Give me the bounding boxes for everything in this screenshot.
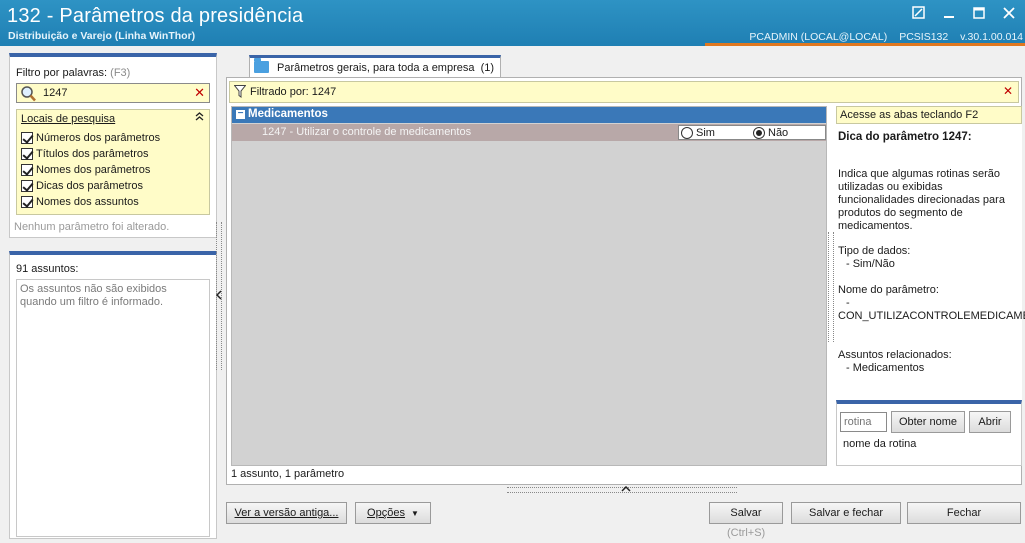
main-panel: Filtrado por: 1247 ✕ − Medicamentos 1247… [226,77,1025,485]
subjects-list[interactable]: Os assuntos não são exibidos quando um f… [16,279,210,537]
location-label: Números dos parâmetros [36,131,161,144]
right-splitter[interactable] [828,232,834,342]
filter-bar-text: Filtrado por: 1247 [250,86,337,98]
search-icon [19,85,37,103]
param-label: 1247 - Utilizar o controle de medicament… [262,126,472,138]
data-type-label: Tipo de dados: [838,245,911,257]
radio-circle-selected[interactable] [753,127,765,139]
filter-label-text: Filtro por palavras: [16,67,108,79]
radio-nao[interactable]: Não [753,127,788,139]
session-info: PCADMIN (LOCAL@LOCAL) PCSIS132 v.30.1.00… [740,31,1023,43]
parameters-grid: − Medicamentos 1247 - Utilizar o control… [231,106,827,466]
table-row[interactable]: 1247 - Utilizar o controle de medicament… [232,124,826,141]
checkbox[interactable] [21,179,33,192]
funnel-icon [233,85,247,98]
save-shortcut-hint: (Ctrl+S) [727,527,766,539]
options-button[interactable]: Opções ▼ [355,502,431,524]
subjects-panel: 91 assuntos: Os assuntos não são exibido… [9,251,217,539]
window-title: 132 - Parâmetros da presidência [7,5,304,27]
param-name-value: CON_UTILIZACONTROLEMEDICAMEN [838,310,1025,322]
location-label: Nomes dos parâmetros [36,163,151,176]
radio-circle[interactable] [681,127,693,139]
clear-search-icon[interactable]: ✕ [194,85,205,101]
radio-label: Sim [696,127,715,139]
tab-label-text: Parâmetros gerais, para toda a empresa [277,62,475,74]
location-label: Títulos dos parâmetros [36,147,149,160]
group-header[interactable]: − Medicamentos [232,107,826,123]
radio-sim[interactable]: Sim [681,127,715,139]
group-title: Medicamentos [248,108,328,120]
chevron-left-icon[interactable] [215,290,222,302]
radio-label: Não [768,127,789,139]
tab-general-params[interactable]: Parâmetros gerais, para toda a empresa (… [249,55,501,77]
param-name-label: Nome do parâmetro: [838,284,939,296]
checkbox[interactable] [21,195,33,208]
checkbox[interactable] [21,163,33,176]
location-label: Nomes dos assuntos [36,195,139,208]
location-subject-names[interactable]: Nomes dos assuntos [21,194,139,209]
close-icon[interactable] [1001,6,1017,20]
minimize-icon[interactable] [941,6,957,20]
checkbox[interactable] [21,131,33,144]
related-subjects: Assuntos relacionados: - Medicamentos [838,349,952,375]
tip-panel: Acesse as abas teclando F2 Dica do parâm… [836,106,1025,466]
version-label: v.30.1.00.014 [960,31,1023,43]
maximize-icon[interactable] [971,6,987,20]
locations-title[interactable]: Locais de pesquisa [21,113,115,125]
location-param-names[interactable]: Nomes dos parâmetros [21,162,150,177]
data-type: Tipo de dados: - Sim/Não [838,245,910,271]
close-button[interactable]: Fechar [907,502,1021,524]
access-hint: Acesse as abas teclando F2 [836,106,1022,124]
tab-label: Parâmetros gerais, para toda a empresa (… [277,62,494,74]
chevron-up-icon[interactable] [621,484,631,494]
save-close-button[interactable]: Salvar e fechar [791,502,901,524]
subjects-value: - Medicamentos [846,362,925,374]
get-name-button[interactable]: Obter nome [891,411,965,433]
old-version-button[interactable]: Ver a versão antiga... [226,502,347,524]
location-param-numbers[interactable]: Números dos parâmetros [21,130,160,145]
save-button[interactable]: Salvar [709,502,783,524]
param-value-cell: Sim Não [678,125,826,140]
location-param-tips[interactable]: Dicas dos parâmetros [21,178,143,193]
param-name-dash: - [846,297,850,309]
user-label: PCADMIN (LOCAL@LOCAL) [749,31,888,43]
change-status: Nenhum parâmetro foi alterado. [14,221,170,233]
accent-line [705,43,1025,46]
location-param-titles[interactable]: Títulos dos parâmetros [21,146,149,161]
data-type-value: - Sim/Não [846,258,895,270]
open-button[interactable]: Abrir [969,411,1011,433]
filter-bar: Filtrado por: 1247 ✕ [229,81,1019,103]
filter-panel: Filtro por palavras: (F3) 1247 ✕ Locais … [9,53,217,238]
rotina-box: Obter nome Abrir nome da rotina [836,400,1022,466]
grid-status: 1 assunto, 1 parâmetro [231,468,345,480]
collapse-icon[interactable] [195,112,204,124]
restore-icon[interactable] [911,6,927,20]
window-subtitle: Distribuição e Varejo (Linha WinThor) [8,30,196,42]
search-input[interactable]: 1247 ✕ [16,83,210,103]
remove-filter-icon[interactable]: ✕ [1003,84,1013,98]
tip-text: Indica que algumas rotinas serão utiliza… [838,168,1005,232]
subjects-label: Assuntos relacionados: [838,349,952,361]
rotina-input[interactable] [840,412,887,432]
title-bar: 132 - Parâmetros da presidência Distribu… [0,0,1025,46]
rotina-name-label: nome da rotina [843,438,917,450]
program-label: PCSIS132 [899,31,949,43]
tab-count: (1) [480,62,495,74]
location-label: Dicas dos parâmetros [36,179,143,192]
options-label: Opções [367,507,405,519]
filter-label: Filtro por palavras: (F3) [16,67,130,79]
chevron-down-icon: ▼ [411,509,419,518]
search-locations: Locais de pesquisa Números dos parâmetro… [16,109,210,215]
checkbox[interactable] [21,147,33,160]
subjects-count: 91 assuntos: [16,263,79,275]
window-controls [911,6,1017,20]
param-name: Nome do parâmetro: - CON_UTILIZACONTROLE… [838,284,1025,323]
folder-icon [254,58,269,73]
filter-shortcut: (F3) [110,67,131,79]
collapse-group-icon[interactable]: − [236,109,245,119]
tip-title: Dica do parâmetro 1247: [838,131,972,143]
search-value: 1247 [43,87,68,99]
